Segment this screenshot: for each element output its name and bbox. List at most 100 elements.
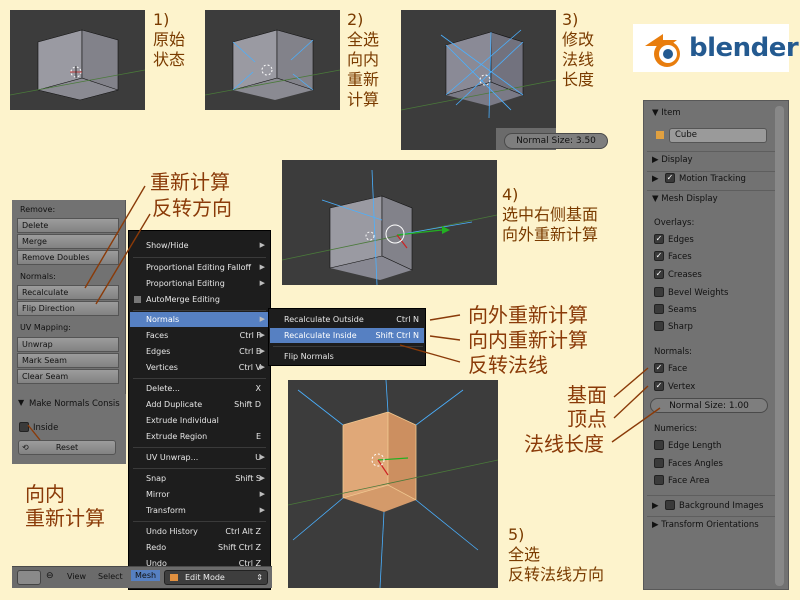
blender-logo-word: blender [689,33,799,63]
menu-delete[interactable]: Delete... X [130,381,269,396]
transform-orientations-header[interactable]: ▶ Transform Orientations [652,520,759,530]
mesh-context-menu: Show/Hide ▶ Proportional Editing Falloff ▶… [128,230,271,590]
edge-length-checkbox[interactable] [654,440,664,450]
normal-size-field-large[interactable]: Normal Size: 3.50 [504,133,608,149]
editor-type-icon[interactable] [17,570,41,585]
merge-button[interactable]: Merge [17,234,119,249]
face-normals-checkbox[interactable]: ✓ [654,363,664,373]
recalculate-button[interactable]: Recalculate [17,285,119,300]
operator-panel: ▼ Make Normals Consis Inside ⟲ Reset [12,394,126,464]
3d-view-header: ⊖ View Select Mesh Edit Mode ⇕ [12,566,272,588]
annotation-normal-length: 法线长度 [524,432,604,456]
annotation-face: 基面 [567,383,607,407]
faces-checkbox[interactable]: ✓ [654,251,664,261]
annotation-recalculate: 重新计算 [150,170,230,194]
step-4-label: 4) 选中右侧基面 向外重新计算 [502,185,599,244]
step-5-label: 5) 全选 反转法线方向 [508,525,605,584]
menu-redo[interactable]: Redo Shift Ctrl Z [130,540,269,555]
menu-faces[interactable]: Faces Ctrl F ▶ [130,328,269,343]
menu-show-hide[interactable]: Show/Hide ▶ [130,238,269,253]
menu-proportional-falloff[interactable]: Proportional Editing Falloff ▶ [130,260,269,275]
mode-selector[interactable]: Edit Mode ⇕ [164,570,268,585]
submenu-arrow-icon: ▶ [259,506,265,514]
reset-button[interactable]: ⟲ Reset [18,440,116,455]
menu-mirror[interactable]: Mirror ▶ [130,487,269,502]
annotation-flip-normals: 反转法线 [468,353,548,377]
viewport-original[interactable] [10,10,145,110]
automerge-checkbox-icon [134,296,141,303]
bevel-weights-checkbox[interactable] [654,287,664,297]
menu-edges[interactable]: Edges Ctrl E ▶ [130,344,269,359]
menu-undo-history[interactable]: Undo History Ctrl Alt Z [130,524,269,539]
normals-label: Normals: [20,272,56,281]
inside-label: Inside [33,423,59,433]
menu-vertices[interactable]: Vertices Ctrl V ▶ [130,360,269,375]
mesh-display-header[interactable]: ▼ Mesh Display [652,194,718,204]
menu-normals[interactable]: Normals ▶ [130,312,269,327]
step-2-label: 2) 全选 向内 重新 计算 [347,10,380,109]
menu-toggle-icon[interactable]: ⊖ [46,571,54,581]
seams-checkbox[interactable] [654,304,664,314]
properties-panel: ▼ Item Cube ▶ Display ▶ ✓ Motion Trackin… [643,100,789,590]
viewport-recalc-inside[interactable] [205,10,340,110]
viewport-normal-length[interactable] [401,10,556,150]
mark-seam-button[interactable]: Mark Seam [17,353,119,368]
overlays-label: Overlays: [654,218,695,228]
cube-face-outside-render [282,169,497,285]
item-header[interactable]: ▼ Item [652,108,681,118]
viewport-face-outside[interactable] [282,160,497,285]
background-images-header[interactable]: ▶ [652,501,659,511]
motion-tracking-label: Motion Tracking [679,174,746,184]
clear-seam-button[interactable]: Clear Seam [17,369,119,384]
faces-angles-label: Faces Angles [668,459,723,469]
blender-logo-icon [645,34,680,67]
step-1-label: 1) 原始 状态 [153,10,186,69]
object-icon [656,131,664,139]
reset-label: Reset [55,443,79,452]
vertex-normals-checkbox[interactable]: ✓ [654,381,664,391]
normal-size-field[interactable]: Normal Size: 1.00 [650,398,768,413]
annotation-recalc-outside: 向外重新计算 [468,303,588,327]
remove-doubles-button[interactable]: Remove Doubles [17,250,119,265]
collapse-triangle-icon[interactable]: ▼ [18,398,24,407]
motion-tracking-checkbox[interactable]: ✓ [665,173,675,183]
background-images-checkbox[interactable] [665,500,675,510]
display-header[interactable]: ▶ Display [652,155,693,165]
object-name-field[interactable]: Cube [669,128,767,143]
menu-snap[interactable]: Snap Shift S ▶ [130,471,269,486]
menu-uv-unwrap[interactable]: UV Unwrap... U ▶ [130,450,269,465]
menu-automerge[interactable]: AutoMerge Editing [130,292,269,307]
select-menu[interactable]: Select [98,572,123,581]
delete-button[interactable]: Delete [17,218,119,233]
unwrap-button[interactable]: Unwrap [17,337,119,352]
sharp-checkbox[interactable] [654,321,664,331]
motion-tracking-header[interactable]: ▶ [652,174,659,184]
flip-direction-button[interactable]: Flip Direction [17,301,119,316]
menu-add-duplicate[interactable]: Add Duplicate Shift D [130,397,269,412]
creases-checkbox[interactable]: ✓ [654,269,664,279]
recalculate-inside-item[interactable]: Recalculate Inside Shift Ctrl N [270,328,424,343]
menu-transform[interactable]: Transform ▶ [130,503,269,518]
remove-label: Remove: [20,205,56,214]
mesh-menu[interactable]: Mesh [131,570,161,581]
edges-checkbox[interactable]: ✓ [654,234,664,244]
view-menu[interactable]: View [67,572,86,581]
recalculate-outside-item[interactable]: Recalculate Outside Ctrl N [270,312,424,327]
face-area-checkbox[interactable] [654,475,664,485]
viewport-flip-all[interactable] [288,380,498,588]
submenu-arrow-icon: ▶ [259,474,265,482]
properties-scrollbar[interactable] [775,106,784,586]
edges-label: Edges [668,235,694,245]
sharp-label: Sharp [668,322,693,332]
operator-title: Make Normals Consis [29,399,120,409]
submenu-arrow-icon: ▶ [259,453,265,461]
menu-proportional-editing[interactable]: Proportional Editing ▶ [130,276,269,291]
normals-submenu: Recalculate Outside Ctrl N Recalculate In… [268,308,426,366]
menu-extrude-individual[interactable]: Extrude Individual [130,413,269,428]
flip-normals-item[interactable]: Flip Normals [270,349,424,364]
submenu-arrow-icon: ▶ [259,347,265,355]
inside-checkbox[interactable] [19,422,29,432]
faces-angles-checkbox[interactable] [654,458,664,468]
menu-extrude-region[interactable]: Extrude Region E [130,429,269,444]
cube-selected-render [288,380,498,588]
